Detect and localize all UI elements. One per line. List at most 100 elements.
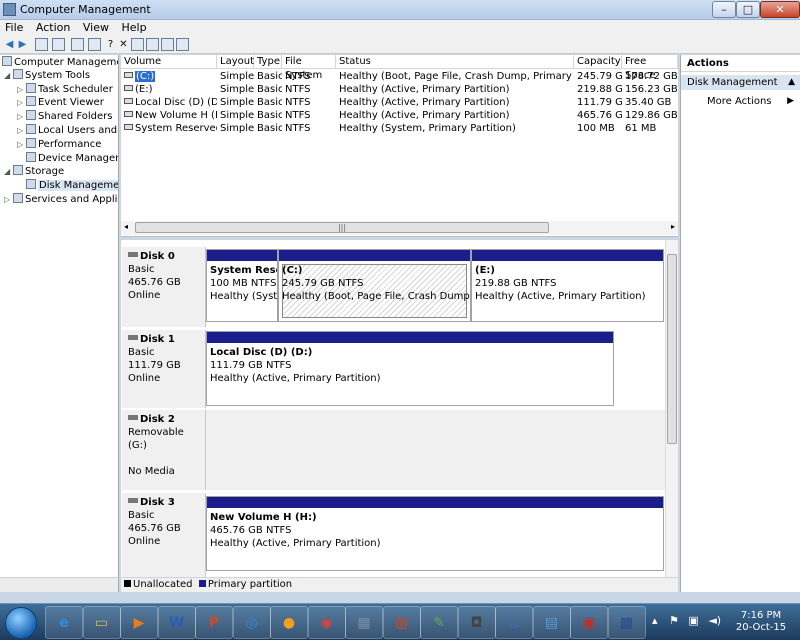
- disk-3-info[interactable]: Disk 3 Basic 465.76 GB Online: [122, 493, 206, 577]
- close-button[interactable]: ✕: [760, 1, 800, 18]
- tree-item-storage[interactable]: ◢ Storage: [4, 165, 64, 178]
- help-icon[interactable]: [71, 38, 84, 51]
- partition-e[interactable]: (E:) 219.88 GB NTFS Healthy (Active, Pri…: [471, 249, 664, 322]
- column-type[interactable]: Type: [254, 55, 282, 69]
- disk-status: No Media: [128, 466, 175, 477]
- expand-arrow-icon[interactable]: ▷: [17, 138, 26, 151]
- taskbar-toolbox-icon[interactable]: ▣: [570, 606, 608, 639]
- disk-0-info[interactable]: Disk 0 Basic 465.76 GB Online: [122, 247, 206, 327]
- tree-horizontal-scrollbar[interactable]: [0, 577, 118, 592]
- partition-status: Healthy (Boot, Page File, Crash Dump, Pr…: [282, 291, 470, 302]
- scroll-left-icon[interactable]: ◂: [124, 222, 128, 231]
- tree-item-performance[interactable]: ▷ Performance: [17, 138, 101, 151]
- taskbar-browser-orb-icon[interactable]: ●: [270, 606, 308, 639]
- expand-arrow-icon[interactable]: ◢: [4, 165, 13, 178]
- scroll-thumb[interactable]: |||: [135, 222, 549, 233]
- taskbar-calculator-icon[interactable]: ▦: [345, 606, 383, 639]
- network-icon[interactable]: ▣: [688, 614, 698, 627]
- expand-arrow-icon[interactable]: ◢: [4, 69, 13, 82]
- tree-item-system-tools[interactable]: ◢ System Tools: [4, 69, 90, 82]
- column-volume[interactable]: Volume: [121, 55, 217, 69]
- taskbar-powerpoint-icon[interactable]: P: [195, 606, 233, 639]
- expand-arrow-icon[interactable]: ▷: [17, 83, 26, 96]
- taskbar-file-explorer-icon[interactable]: ▭: [82, 606, 121, 639]
- collapse-icon[interactable]: ▲: [788, 75, 795, 90]
- expand-arrow-icon[interactable]: ▷: [17, 124, 26, 137]
- volume-row[interactable]: Local Disc (D) (D:) Simple Basic NTFS Health…: [121, 96, 678, 109]
- flag-icon[interactable]: ⚑: [669, 614, 679, 627]
- menu-help[interactable]: Help: [116, 20, 150, 34]
- clock[interactable]: 7:16 PM 20-Oct-15: [732, 610, 790, 634]
- volume-row[interactable]: (E:) Simple Basic NTFS Healthy (Active, Prim…: [121, 83, 678, 96]
- taskbar-computer-management-icon[interactable]: ▩: [607, 606, 646, 639]
- volume-icon: [124, 85, 133, 91]
- menu-action[interactable]: Action: [31, 20, 74, 34]
- volume-horizontal-scrollbar[interactable]: ◂ ||| ▸: [121, 221, 678, 235]
- tree-item-disk-management[interactable]: Disk Management: [26, 179, 118, 192]
- partition-d[interactable]: Local Disc (D) (D:) 111.79 GB NTFS Healt…: [206, 331, 614, 406]
- tree-item-services-applications[interactable]: ▷Services and Applicat: [4, 193, 118, 206]
- taskbar-user-tool-icon[interactable]: ☺: [495, 606, 533, 639]
- partition-system-reserved[interactable]: System Reserv 100 MB NTFS Healthy (Syste…: [206, 249, 278, 322]
- volume-row[interactable]: System Reserved Simple Basic NTFS Healthy (S…: [121, 122, 678, 135]
- taskbar-word-icon[interactable]: W: [157, 606, 196, 639]
- volume-icon[interactable]: ◄): [708, 614, 721, 627]
- taskbar-remote-desktop-icon[interactable]: ◎: [232, 606, 271, 639]
- disk-2-info[interactable]: Disk 2 Removable (G:) No Media: [122, 410, 206, 490]
- taskbar-office-app-icon[interactable]: ▨: [382, 606, 421, 639]
- volume-cell: NTFS: [285, 84, 311, 95]
- maximize-button[interactable]: □: [736, 1, 760, 18]
- minimize-button[interactable]: –: [712, 1, 736, 18]
- volume-cell: 61 MB: [625, 123, 657, 134]
- show-hide-tree-icon[interactable]: [52, 38, 65, 51]
- up-folder-icon[interactable]: [35, 38, 48, 51]
- tree-item-event-viewer[interactable]: ▷ Event Viewer: [17, 96, 104, 109]
- volume-row[interactable]: New Volume H (H:)SimpleBasicNTFS Healthy …: [121, 109, 678, 122]
- taskbar-internet-explorer-icon[interactable]: e: [45, 606, 83, 639]
- view-icon[interactable]: [176, 38, 189, 51]
- disk-icon: [128, 498, 138, 503]
- disk-1-info[interactable]: Disk 1 Basic 111.79 GB Online: [122, 330, 206, 408]
- help-book-icon[interactable]: ?: [104, 38, 117, 51]
- show-hidden-icons-icon[interactable]: ▴: [652, 614, 658, 627]
- back-icon[interactable]: ◀: [3, 38, 16, 51]
- menu-view[interactable]: View: [78, 20, 113, 34]
- taskbar-camera-icon[interactable]: ◘: [457, 606, 496, 639]
- scroll-right-icon[interactable]: ▸: [671, 222, 675, 231]
- disk-size: 111.79 GB: [128, 360, 181, 371]
- disk-map-vertical-scrollbar[interactable]: [665, 240, 678, 577]
- taskbar-media-player-icon[interactable]: ▶: [120, 606, 158, 639]
- more-actions[interactable]: More Actions ▶: [681, 94, 800, 109]
- tree-item-task-scheduler[interactable]: ▷ Task Scheduler: [17, 83, 113, 96]
- search-icon[interactable]: [161, 38, 174, 51]
- check-icon[interactable]: [131, 38, 144, 51]
- disk-status: Online: [128, 536, 161, 547]
- tree-item-device-manager[interactable]: Device Manager: [26, 152, 118, 165]
- partition-title: Local Disc (D) (D:): [210, 347, 313, 358]
- tree-item-local-users[interactable]: ▷Local Users and Gr: [17, 124, 118, 137]
- properties-icon[interactable]: [88, 38, 101, 51]
- column-capacity[interactable]: Capacity: [574, 55, 622, 69]
- delete-icon[interactable]: ✕: [117, 38, 130, 51]
- partition-h[interactable]: New Volume H (H:) 465.76 GB NTFS Healthy…: [206, 496, 664, 571]
- forward-icon[interactable]: ▶: [16, 38, 29, 51]
- column-layout[interactable]: Layout: [217, 55, 254, 69]
- taskbar-network-tool-icon[interactable]: ▤: [532, 606, 571, 639]
- expand-arrow-icon[interactable]: ▷: [4, 193, 13, 206]
- volume-row[interactable]: (C:) Simple Basic NTFS Healthy (Boot, Page F…: [121, 70, 678, 83]
- taskbar-notepad-icon[interactable]: ✎: [420, 606, 458, 639]
- menu-file[interactable]: File: [0, 20, 27, 34]
- scroll-thumb[interactable]: [667, 254, 677, 444]
- tree-item-shared-folders[interactable]: ▷ Shared Folders: [17, 110, 113, 123]
- column-file-system[interactable]: File System: [282, 55, 336, 81]
- start-button[interactable]: [5, 607, 37, 639]
- expand-arrow-icon[interactable]: ▷: [17, 96, 26, 109]
- tree-item-computer-management[interactable]: Computer Management: [2, 56, 118, 69]
- column-free-space[interactable]: Free Space: [622, 55, 678, 81]
- taskbar-chrome-icon[interactable]: ◉: [307, 606, 346, 639]
- actions-section-disk-management[interactable]: Disk Management ▲: [681, 75, 800, 90]
- column-status[interactable]: Status: [336, 55, 574, 69]
- expand-arrow-icon[interactable]: ▷: [17, 110, 26, 123]
- partition-c[interactable]: (C:) 245.79 GB NTFS Healthy (Boot, Page …: [278, 249, 471, 322]
- open-icon[interactable]: [146, 38, 159, 51]
